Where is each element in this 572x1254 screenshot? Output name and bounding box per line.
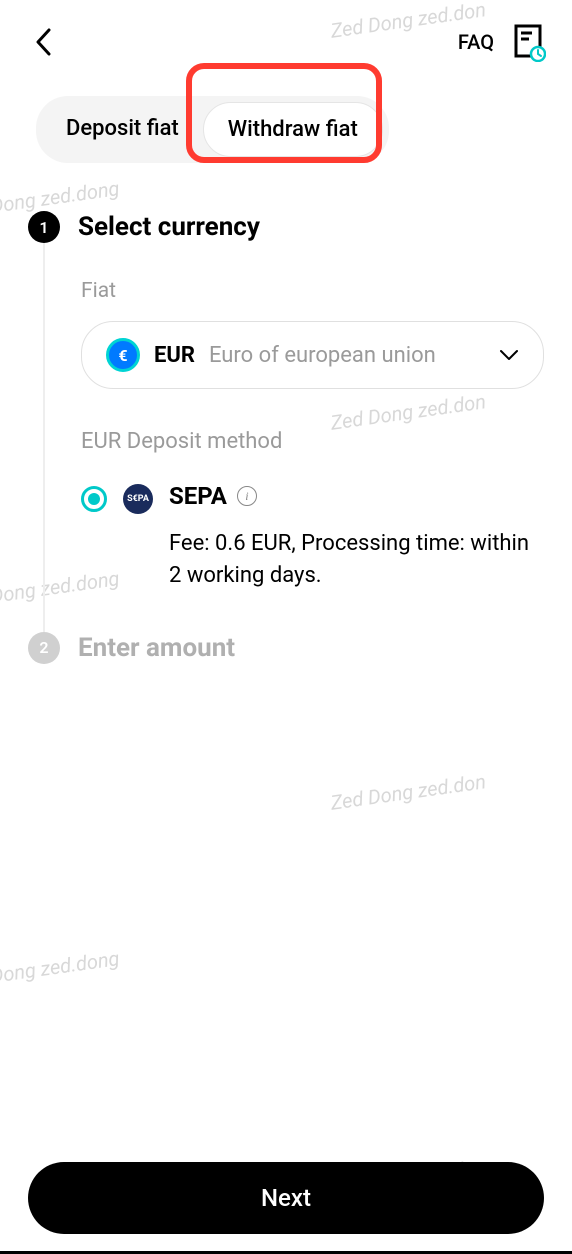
steps-container: 1 Select currency Fiat € EUR Euro of eur… [0,163,572,664]
step-1-body: Fiat € EUR Euro of european union EUR De… [43,243,544,632]
step-2: 2 Enter amount [28,632,544,664]
document-clock-icon [512,24,546,62]
currency-name: Euro of european union [209,343,485,368]
chevron-left-icon [35,28,51,56]
header: FAQ [0,0,572,70]
euro-icon: € [106,338,140,372]
method-content: SEPA i Fee: 0.6 EUR, Processing time: wi… [169,482,544,592]
step-2-title: Enter amount [78,633,235,663]
tab-deposit-fiat[interactable]: Deposit fiat [42,102,203,157]
method-description: Fee: 0.6 EUR, Processing time: within 2 … [169,528,544,592]
history-icon[interactable] [512,24,544,60]
back-button[interactable] [28,27,58,57]
step-2-header: 2 Enter amount [28,632,544,664]
currency-code: EUR [154,343,195,368]
next-button[interactable]: Next [28,1162,544,1234]
tabs-container: Deposit fiat Withdraw fiat [0,70,572,163]
fiat-label: Fiat [81,279,544,303]
info-icon[interactable]: i [237,486,257,506]
step-1-header: 1 Select currency [28,211,544,243]
step-1-number: 1 [28,211,60,243]
header-right: FAQ [458,24,544,60]
deposit-method-label: EUR Deposit method [81,429,544,454]
tabs: Deposit fiat Withdraw fiat [36,96,389,163]
tab-withdraw-fiat[interactable]: Withdraw fiat [203,102,383,157]
watermark: Dong zed.dong [0,946,121,988]
faq-link[interactable]: FAQ [458,30,494,54]
step-1-title: Select currency [78,212,260,242]
method-option-sepa[interactable]: S€PA SEPA i Fee: 0.6 EUR, Processing tim… [81,482,544,592]
sepa-badge-icon: S€PA [123,484,153,514]
chevron-down-icon [499,349,519,361]
currency-selector[interactable]: € EUR Euro of european union [81,321,544,389]
method-name-row: SEPA i [169,482,544,510]
watermark: Zed Dong zed.don [329,769,487,815]
step-2-number: 2 [28,632,60,664]
method-name: SEPA [169,482,227,510]
radio-selected-icon [81,486,107,512]
step-1: 1 Select currency Fiat € EUR Euro of eur… [28,211,544,632]
